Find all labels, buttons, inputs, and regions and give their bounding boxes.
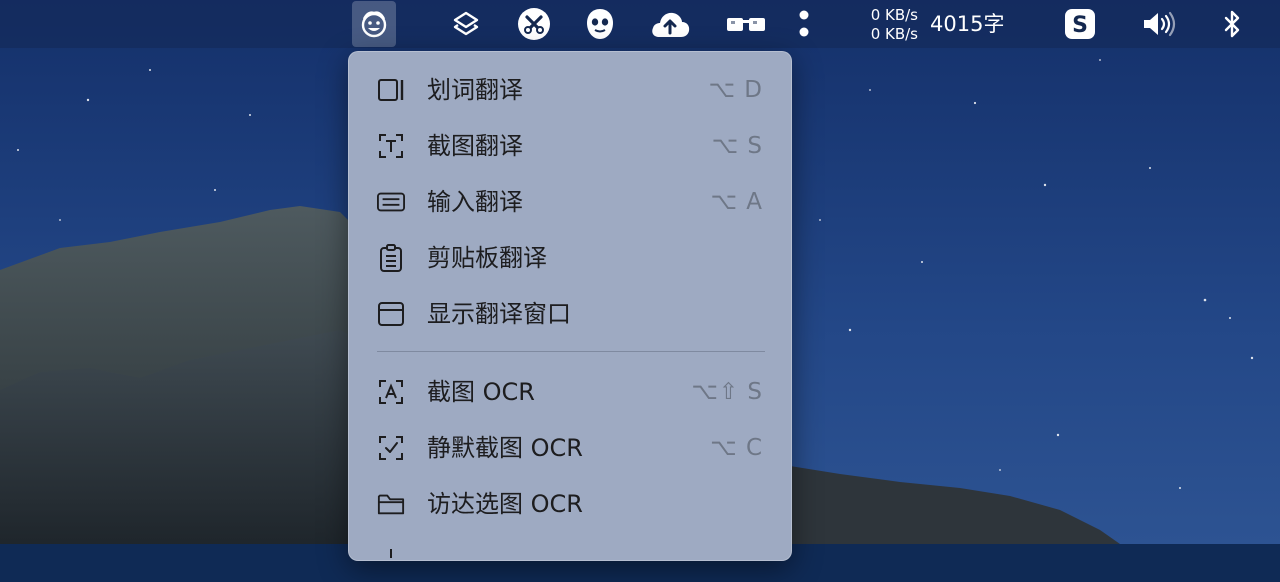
menu-item-label: 输入翻译 <box>427 188 523 216</box>
menu-bar: 0 KB/s 0 KB/s 4015字 S <box>0 0 1280 48</box>
keyboard-input-icon <box>377 188 405 216</box>
scissors-icon[interactable] <box>512 0 556 48</box>
menu-item-finder-image-ocr[interactable]: 访达选图 OCR <box>359 482 781 526</box>
cloud-upload-icon[interactable] <box>648 0 692 48</box>
clipboard-icon <box>377 244 405 272</box>
bluetooth-icon[interactable] <box>1210 0 1254 48</box>
menu-item-label: 显示翻译窗口 <box>427 300 571 328</box>
menu-item-screenshot-translate[interactable]: 截图翻译 ⌥ S <box>359 124 781 168</box>
glasses-icon[interactable] <box>724 0 768 48</box>
volume-icon[interactable] <box>1138 0 1182 48</box>
ocr-scan-icon <box>377 378 405 406</box>
network-speed: 0 KB/s 0 KB/s <box>842 6 918 44</box>
menu-separator <box>377 351 765 352</box>
silent-ocr-icon <box>377 434 405 462</box>
menu-item-partial[interactable] <box>359 538 781 582</box>
menu-item-shortcut: ⌥ C <box>710 435 763 461</box>
sidebar-panel-icon <box>377 76 405 104</box>
menu-item-clipboard-translate[interactable]: 剪贴板翻译 <box>359 236 781 280</box>
menu-item-silent-screenshot-ocr[interactable]: 静默截图 OCR ⌥ C <box>359 426 781 470</box>
sogou-s-icon[interactable]: S <box>1058 0 1102 48</box>
menu-item-label: 划词翻译 <box>427 76 523 104</box>
word-count[interactable]: 4015字 <box>930 10 1004 38</box>
menu-item-input-translate[interactable]: 输入翻译 ⌥ A <box>359 180 781 224</box>
layers-icon[interactable] <box>444 0 488 48</box>
menu-item-shortcut: ⌥ D <box>708 77 763 103</box>
menu-item-shortcut: ⌥ S <box>711 133 763 159</box>
menu-item-label: 静默截图 OCR <box>427 434 583 462</box>
folder-icon <box>377 490 405 518</box>
text-scan-icon <box>377 132 405 160</box>
menu-item-label: 剪贴板翻译 <box>427 244 547 272</box>
ghost-face-icon[interactable] <box>578 0 622 48</box>
menu-item-shortcut: ⌥⇧ S <box>691 379 763 405</box>
translator-dropdown-menu: 划词翻译 ⌥ D 截图翻译 ⌥ S 输入翻译 ⌥ A 剪贴板翻译 显示翻译窗口 … <box>348 51 792 561</box>
menu-item-label: 截图 OCR <box>427 378 535 406</box>
menu-item-shortcut: ⌥ A <box>710 189 763 215</box>
menu-item-screenshot-ocr[interactable]: 截图 OCR ⌥⇧ S <box>359 370 781 414</box>
more-vertical-icon[interactable] <box>782 0 826 48</box>
svg-text:S: S <box>1072 13 1088 38</box>
partial-item-icon <box>377 546 405 574</box>
menu-item-label: 截图翻译 <box>427 132 523 160</box>
menu-item-show-translate-window[interactable]: 显示翻译窗口 <box>359 292 781 336</box>
menu-item-selection-translate[interactable]: 划词翻译 ⌥ D <box>359 68 781 112</box>
translator-app-icon[interactable] <box>352 1 396 47</box>
net-download-speed: 0 KB/s <box>870 25 918 43</box>
net-upload-speed: 0 KB/s <box>870 6 918 24</box>
window-icon <box>377 300 405 328</box>
menu-item-label: 访达选图 OCR <box>427 490 583 518</box>
